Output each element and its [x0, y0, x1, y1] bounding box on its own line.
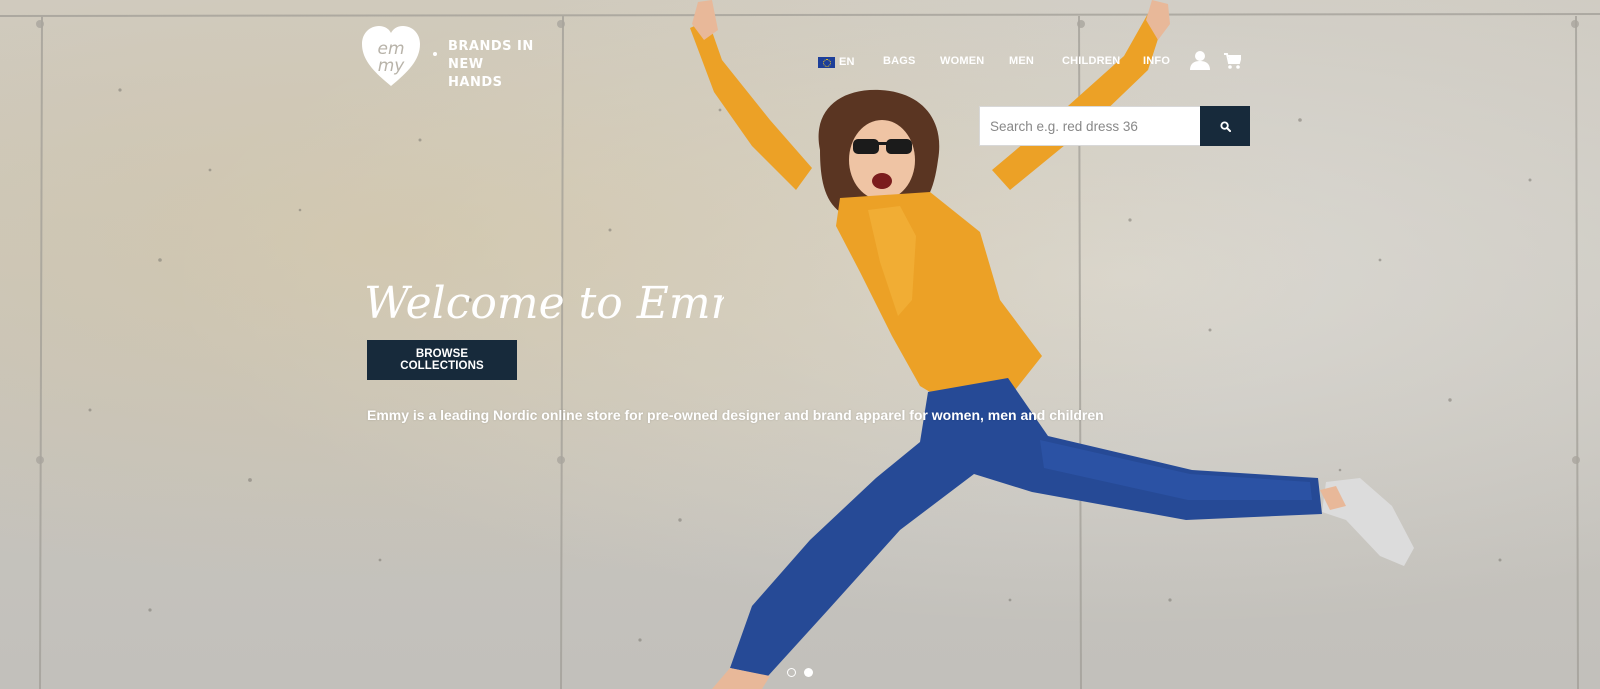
carousel-dot-2[interactable] — [804, 668, 813, 677]
nav-icons — [1190, 50, 1250, 72]
main-nav: EN — [818, 52, 855, 72]
search-input[interactable] — [979, 106, 1200, 146]
nav-item-bags[interactable]: BAGS — [883, 55, 916, 67]
logo-tagline-line2: NEW HANDS — [448, 57, 503, 90]
nav-item-children[interactable]: CHILDREN — [1062, 55, 1120, 67]
nav-item-women[interactable]: WOMEN — [940, 55, 984, 67]
heart-logo-icon: em my — [362, 26, 420, 86]
search-button[interactable] — [1200, 106, 1250, 146]
user-icon[interactable] — [1190, 50, 1210, 70]
eu-flag-icon — [818, 56, 835, 68]
language-selector[interactable]: EN — [818, 56, 855, 68]
welcome-headline-text: Welcome to Emmy! — [364, 278, 724, 329]
logo-tagline-line1: BRANDS IN — [448, 39, 534, 54]
hero-description: Emmy is a leading Nordic online store fo… — [367, 407, 1104, 423]
nav-item-info[interactable]: INFO — [1143, 55, 1170, 67]
nav-item-men[interactable]: MEN — [1009, 55, 1034, 67]
hero-photo — [0, 0, 1600, 689]
carousel-dot-1[interactable] — [787, 668, 796, 677]
search-icon — [1219, 120, 1231, 132]
logo-separator-dot — [433, 52, 437, 56]
logo-tagline: BRANDS IN NEW HANDS — [448, 38, 538, 92]
search-bar — [979, 106, 1251, 146]
cart-icon[interactable] — [1224, 53, 1241, 69]
hero-banner: em my BRANDS IN NEW HANDS EN BAGS WOMEN … — [0, 0, 1600, 689]
emmy-logo[interactable]: em my BRANDS IN NEW HANDS — [362, 26, 533, 92]
browse-collections-button[interactable]: BROWSE COLLECTIONS — [367, 340, 517, 380]
language-label: EN — [839, 56, 855, 68]
welcome-headline: Welcome to Emmy! — [364, 278, 724, 329]
carousel-dots — [787, 668, 813, 677]
logo-text-bottom: my — [378, 56, 406, 76]
